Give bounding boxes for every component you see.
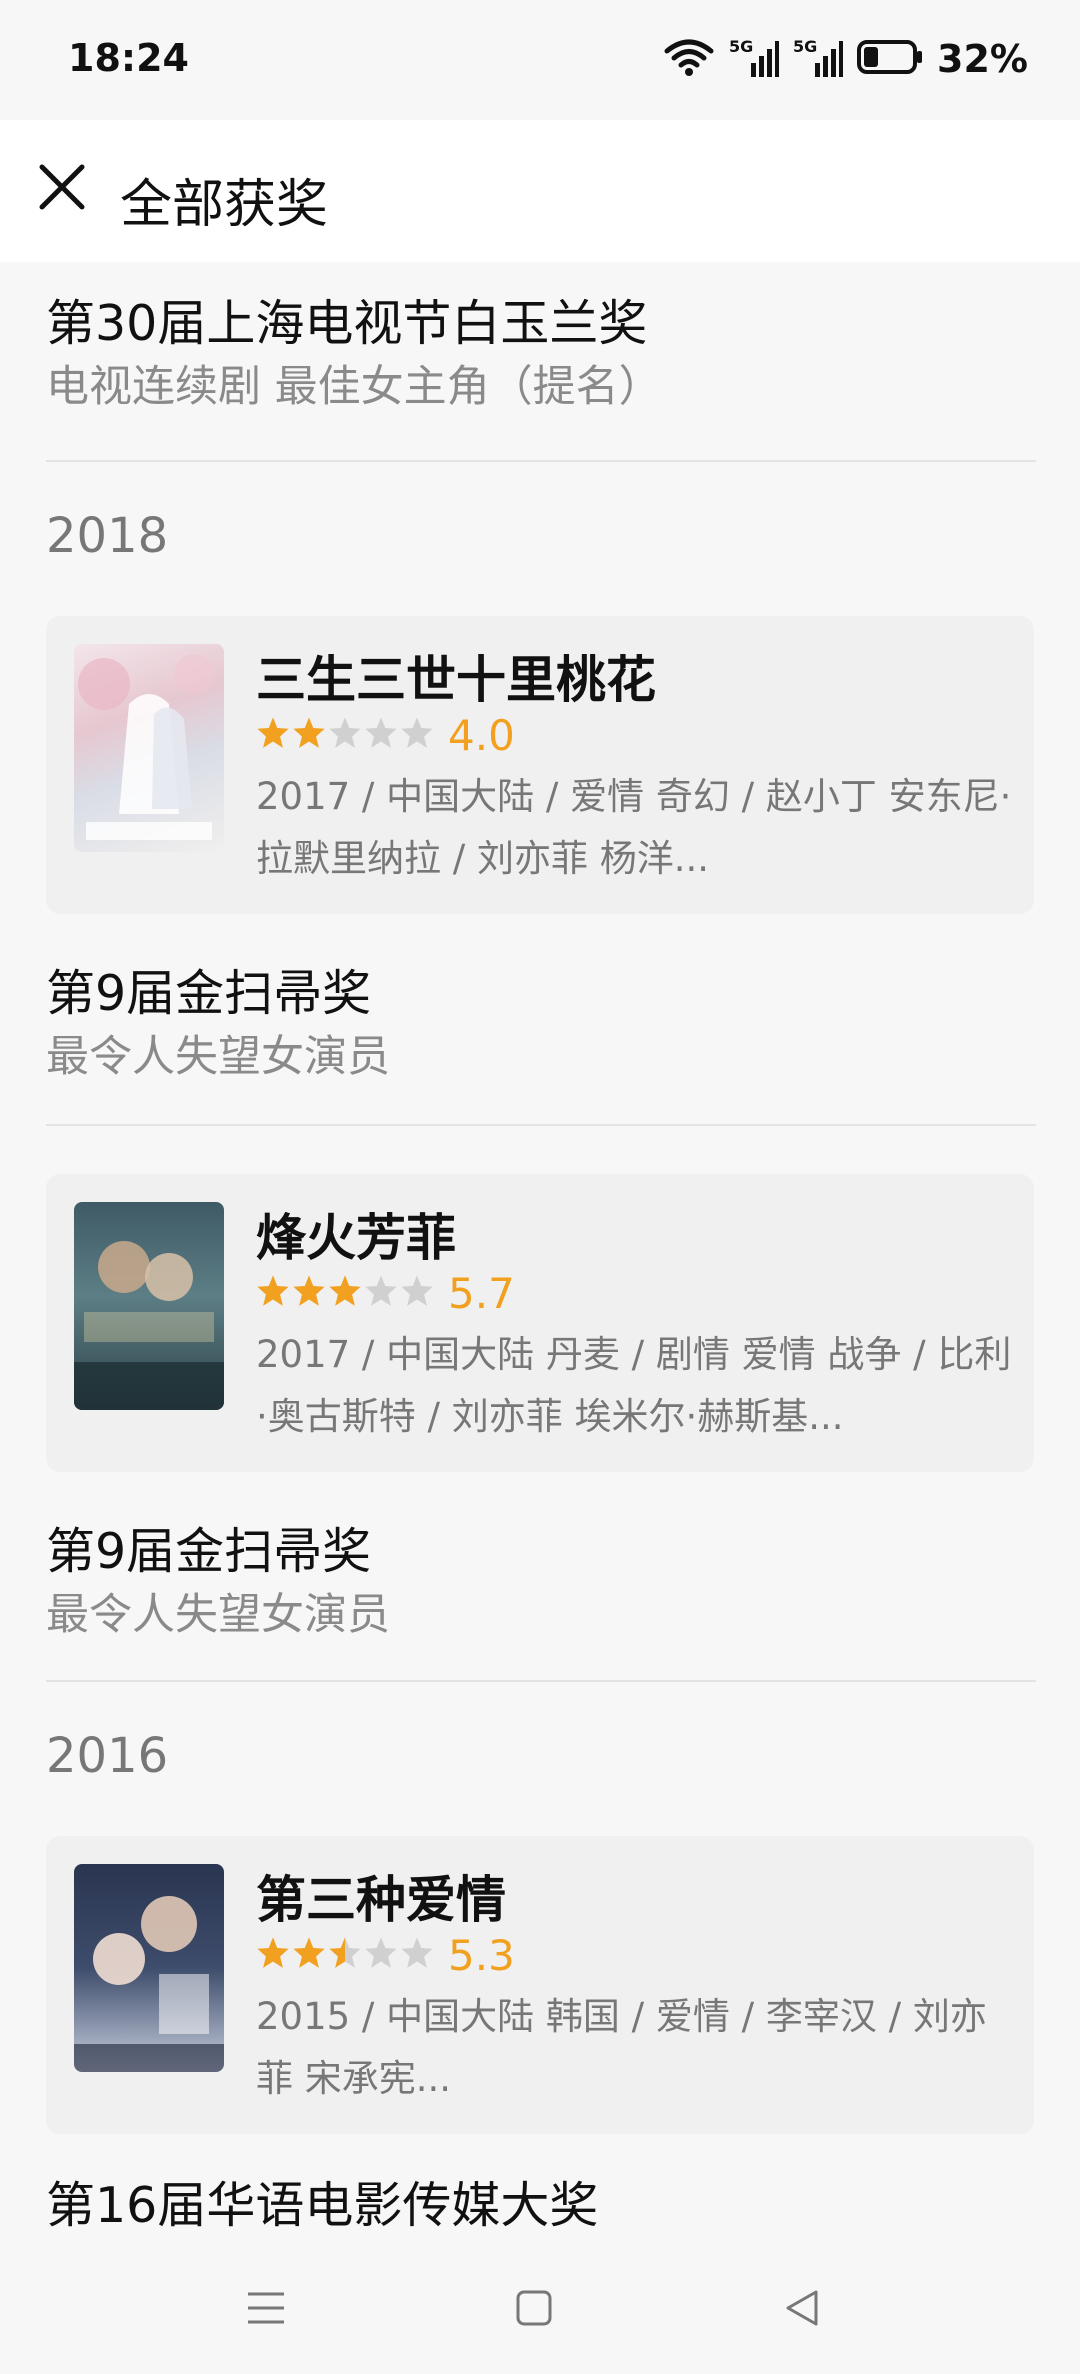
divider <box>46 1680 1036 1682</box>
star-icon <box>256 1274 290 1312</box>
rating-row: 5.7 <box>256 1268 515 1318</box>
movie-title: 三生三世十里桃花 <box>256 651 656 709</box>
year-label: 2016 <box>46 1728 169 1784</box>
star-icon <box>328 716 362 754</box>
star-icon <box>400 716 434 754</box>
back-button[interactable] <box>770 2276 834 2340</box>
page-header: 全部获奖 <box>0 120 1080 262</box>
close-icon <box>39 164 85 210</box>
system-nav-bar <box>0 2242 1080 2374</box>
movie-info: 2017 / 中国大陆 丹麦 / 剧情 爱情 战争 / 比利·奥古斯特 / 刘亦… <box>256 1333 1012 1438</box>
star-rating <box>256 1936 434 1974</box>
star-rating <box>256 1274 434 1312</box>
menu-icon <box>248 2292 284 2324</box>
movie-title: 烽火芳菲 <box>256 1209 456 1267</box>
movie-info: 2015 / 中国大陆 韩国 / 爱情 / 李宰汉 / 刘亦菲 宋承宪... <box>256 1995 987 2100</box>
rating-row: 4.0 <box>256 710 515 760</box>
star-icon <box>328 1936 362 1974</box>
battery-percent: 32% <box>937 37 1028 81</box>
movie-poster <box>74 1202 224 1410</box>
award-name: 第16届华语电影传媒大奖 <box>46 2177 599 2234</box>
star-icon <box>400 1936 434 1974</box>
movie-card[interactable]: 三生三世十里桃花 4.0 2017 / 中国大陆 / 爱情 奇幻 / 赵小丁 安… <box>46 616 1034 914</box>
movie-title: 第三种爱情 <box>256 1871 506 1929</box>
star-icon <box>256 716 290 754</box>
awards-list[interactable]: 第30届上海电视节白玉兰奖 电视连续剧 最佳女主角（提名） 2018 三生三世十… <box>0 262 1080 2242</box>
star-icon <box>292 1274 326 1312</box>
movie-card[interactable]: 第三种爱情 5.3 2015 / 中国大陆 韩国 / 爱情 / 李宰汉 / 刘亦… <box>46 1836 1034 2134</box>
divider <box>46 460 1036 462</box>
divider <box>46 1124 1036 1126</box>
award-item: 第30届上海电视节白玉兰奖 电视连续剧 最佳女主角（提名） <box>46 292 1036 418</box>
wifi-icon <box>663 37 715 81</box>
battery-icon <box>857 39 923 79</box>
star-icon <box>364 1936 398 1974</box>
page-title: 全部获奖 <box>120 175 329 235</box>
movie-card[interactable]: 烽火芳菲 5.7 2017 / 中国大陆 丹麦 / 剧情 爱情 战争 / 比利·… <box>46 1174 1034 1472</box>
award-item: 第9届金扫帚奖 最令人失望女演员 <box>46 962 1036 1088</box>
status-icons: 5G 5G 32% <box>663 34 1028 84</box>
star-icon <box>364 1274 398 1312</box>
status-time: 18:24 <box>68 36 189 80</box>
award-category: 最令人失望女演员 <box>46 1032 390 1082</box>
award-category: 最令人失望女演员 <box>46 1590 390 1640</box>
movie-poster <box>74 644 224 852</box>
award-item: 第9届金扫帚奖 最令人失望女演员 <box>46 1520 1036 1646</box>
rating-value: 5.3 <box>448 1930 515 1980</box>
home-square-icon <box>516 2290 552 2326</box>
star-icon <box>364 716 398 754</box>
award-category: 电视连续剧 最佳女主角（提名） <box>46 362 662 412</box>
award-name: 第9届金扫帚奖 <box>46 1523 372 1580</box>
star-icon <box>328 1274 362 1312</box>
back-triangle-icon <box>786 2290 818 2326</box>
status-bar: 18:24 5G 5G 32% <box>0 0 1080 120</box>
year-label: 2018 <box>46 508 169 564</box>
star-rating <box>256 716 434 754</box>
signal-5g-icon: 5G <box>793 37 844 81</box>
award-name: 第9届金扫帚奖 <box>46 965 372 1022</box>
star-icon <box>292 716 326 754</box>
signal-5g-icon: 5G <box>729 37 780 81</box>
star-icon <box>292 1936 326 1974</box>
movie-info: 2017 / 中国大陆 / 爱情 奇幻 / 赵小丁 安东尼·拉默里纳拉 / 刘亦… <box>256 775 1012 880</box>
rating-row: 5.3 <box>256 1930 515 1980</box>
award-item: 第16届华语电影传媒大奖 <box>46 2174 1036 2238</box>
home-button[interactable] <box>502 2276 566 2340</box>
movie-poster <box>74 1864 224 2072</box>
rating-value: 5.7 <box>448 1268 515 1318</box>
recent-apps-button[interactable] <box>234 2276 298 2340</box>
star-icon <box>400 1274 434 1312</box>
rating-value: 4.0 <box>448 710 515 760</box>
star-icon <box>256 1936 290 1974</box>
award-name: 第30届上海电视节白玉兰奖 <box>46 295 648 352</box>
close-button[interactable] <box>30 155 94 219</box>
